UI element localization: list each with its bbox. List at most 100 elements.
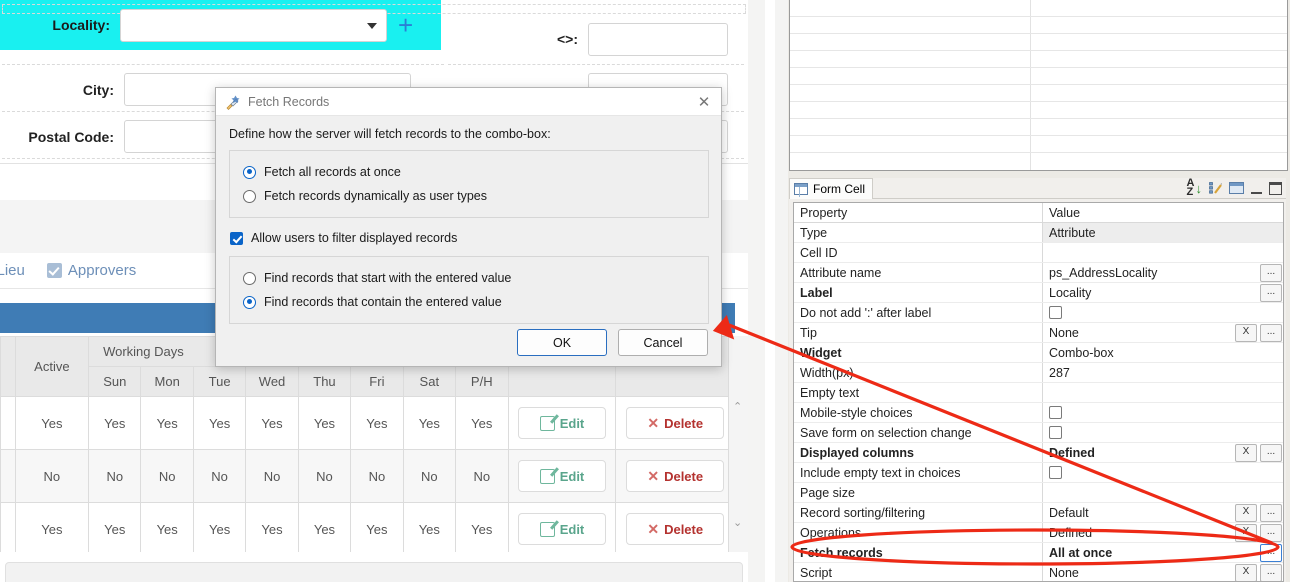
ellipsis-button[interactable]: ... [1260,564,1282,581]
delete-button[interactable]: ✕ Delete [626,407,725,439]
properties-table-container[interactable]: Property Value Type Attribute Cell ID At… [793,202,1284,582]
property-name: Save form on selection change [794,422,1043,443]
add-locality-button[interactable]: + [398,12,413,38]
sort-alpha-icon[interactable]: A Z ↓ [1187,178,1202,198]
property-value-cell: None X ... [1042,322,1283,343]
property-value-buttons: X ... [1235,564,1282,581]
clear-button[interactable]: X [1235,524,1257,542]
clear-button[interactable]: X [1235,324,1257,342]
radio-fetch-dynamically[interactable]: Fetch records dynamically as user types [230,184,708,208]
table-row[interactable]: Yes Yes Yes Yes Yes Yes Yes Yes Yes Edit [0,502,735,552]
property-row-no-colon[interactable]: Do not add ':' after label [794,302,1283,323]
ellipsis-button[interactable]: ... [1260,544,1282,562]
property-row-widget[interactable]: Widget Combo-box [794,342,1283,363]
delete-button[interactable]: ✕ Delete [626,460,725,492]
fetch-records-dialog: Fetch Records ✕ Define how the server wi… [215,87,722,367]
grid-header-mon[interactable]: Mon [140,366,194,397]
tab-in-lieu[interactable]: n Lieu [0,262,25,279]
properties-table: Property Value Type Attribute Cell ID At… [794,203,1283,581]
scroll-up-icon[interactable]: ⌃ [733,400,742,413]
grid-header-tue[interactable]: Tue [192,366,247,397]
show-advanced-icon[interactable] [1229,182,1244,194]
cell-tue: Yes [192,396,247,450]
property-row-label[interactable]: Label Locality ... [794,282,1283,303]
property-row-include-empty-text[interactable]: Include empty text in choices [794,462,1283,483]
radio-contains[interactable]: Find records that contain the entered va… [230,290,708,314]
checkbox-icon[interactable] [1049,405,1062,419]
edit-button-label: Edit [559,415,585,431]
property-row-type[interactable]: Type Attribute [794,222,1283,243]
property-row-record-sorting[interactable]: Record sorting/filtering Default X ... [794,502,1283,523]
property-row-tip[interactable]: Tip None X ... [794,322,1283,343]
property-row-width[interactable]: Width(px) 287 [794,362,1283,383]
checkbox-icon[interactable] [1049,305,1062,319]
dialog-body: Define how the server will fetch records… [216,116,721,324]
tab-form-cell[interactable]: Form Cell [789,178,874,199]
property-value-cell: Defined X ... [1042,442,1283,463]
scroll-down-icon[interactable]: ⌄ [733,516,742,529]
clear-button[interactable]: X [1235,564,1257,581]
edit-button[interactable]: Edit [517,407,606,439]
radio-starts-with[interactable]: Find records that start with the entered… [230,266,708,290]
clear-button[interactable]: X [1235,444,1257,462]
delete-button-label: Delete [664,415,704,431]
property-row-script[interactable]: Script None X ... [794,562,1283,581]
angle-label: <>: [556,31,578,47]
grid-scrollbar[interactable]: ⌃ ⌄ [728,336,748,552]
property-row-empty-text[interactable]: Empty text [794,382,1283,403]
maximize-icon[interactable] [1269,181,1282,195]
editor-row-line [790,152,1287,153]
property-row-save-on-change[interactable]: Save form on selection change [794,422,1283,443]
ellipsis-button[interactable]: ... [1260,324,1282,342]
grid-header-thu[interactable]: Thu [297,366,352,397]
delete-button[interactable]: ✕ Delete [626,513,725,545]
working-days-grid: Active Working Days Sun Mon Tue Wed Thu … [0,336,735,552]
grid-header-sun[interactable]: Sun [88,366,142,397]
clear-button[interactable]: X [1235,504,1257,522]
property-row-mobile-style[interactable]: Mobile-style choices [794,402,1283,423]
tab-approvers[interactable]: Approvers [46,262,136,279]
cancel-button[interactable]: Cancel [618,329,708,356]
property-value-cell [1042,422,1283,443]
checkbox-icon[interactable] [1049,465,1062,479]
close-icon[interactable]: ✕ [691,91,717,113]
grid-header-fri[interactable]: Fri [350,366,404,397]
property-value-cell: Default X ... [1042,502,1283,523]
grid-header-wed[interactable]: Wed [245,366,299,397]
ellipsis-button[interactable]: ... [1260,284,1282,302]
property-row-displayed-columns[interactable]: Displayed columns Defined X ... [794,442,1283,463]
radio-fetch-all-at-once[interactable]: Fetch all records at once [230,160,708,184]
grid-header-active[interactable]: Active [14,336,90,397]
categorize-icon[interactable] [1209,181,1222,195]
edit-button[interactable]: Edit [517,513,606,545]
property-row-cell-id[interactable]: Cell ID [794,242,1283,263]
property-row-fetch-records[interactable]: Fetch records All at once ... [794,542,1283,563]
locality-combobox[interactable] [120,8,387,42]
wizard-icon [225,94,241,110]
angle-input[interactable] [588,22,728,56]
property-value-buttons: ... [1260,284,1282,302]
property-row-page-size[interactable]: Page size [794,482,1283,503]
property-name: Attribute name [794,262,1043,283]
grid-header-sat[interactable]: Sat [402,366,457,397]
property-value-buttons: ... [1260,264,1282,282]
editor-row-line [790,33,1287,34]
ellipsis-button[interactable]: ... [1260,264,1282,282]
ellipsis-button[interactable]: ... [1260,444,1282,462]
minimize-icon[interactable] [1251,183,1262,194]
table-row[interactable]: Yes Yes Yes Yes Yes Yes Yes Yes Yes Edit [0,396,735,450]
property-row-operations[interactable]: Operations Defined X ... [794,522,1283,543]
ok-button[interactable]: OK [517,329,607,356]
checkbox-icon[interactable] [1049,425,1062,439]
radio-starts-with-label: Find records that start with the entered… [264,271,512,285]
editor-grid-area[interactable] [789,0,1288,171]
grid-header-ph[interactable]: P/H [455,366,509,397]
checkbox-allow-filter[interactable]: Allow users to filter displayed records [230,223,709,253]
properties-view-toolbar: A Z ↓ [1187,178,1284,198]
table-row[interactable]: No No No No No No No No No Edit ✕ Delete [0,449,735,503]
ellipsis-button[interactable]: ... [1260,504,1282,522]
ellipsis-button[interactable]: ... [1260,524,1282,542]
property-value-cell: Defined X ... [1042,522,1283,543]
property-row-attribute-name[interactable]: Attribute name ps_AddressLocality ... [794,262,1283,283]
edit-button[interactable]: Edit [517,460,606,492]
